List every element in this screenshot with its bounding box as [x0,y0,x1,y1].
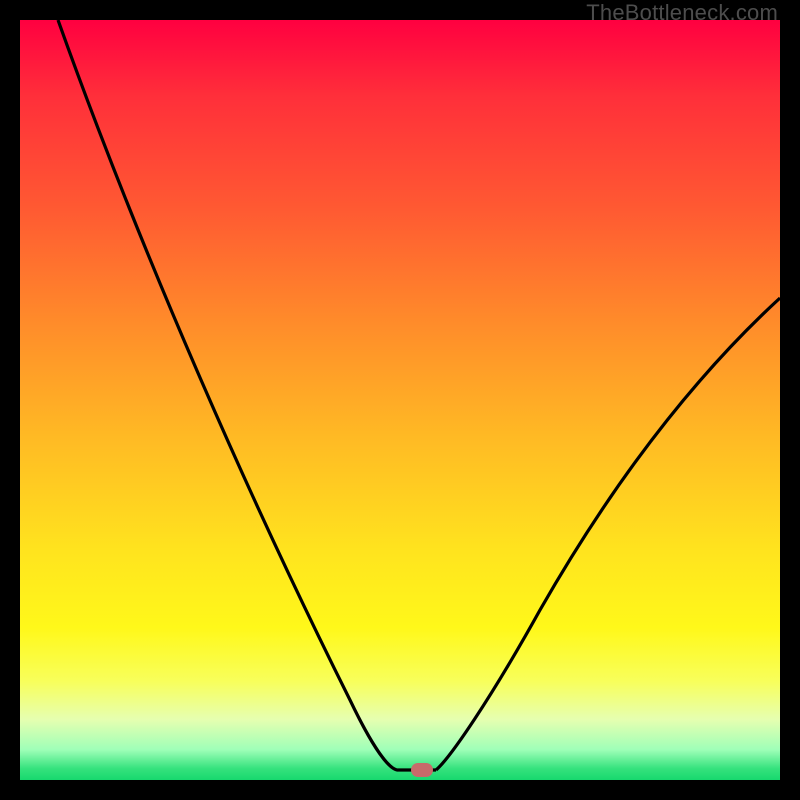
optimal-point-marker [411,763,433,777]
watermark-text: TheBottleneck.com [586,0,778,26]
chart-frame: TheBottleneck.com [0,0,800,800]
bottleneck-curve [20,20,780,780]
curve-left-branch [58,20,436,770]
curve-right-branch [436,298,780,770]
